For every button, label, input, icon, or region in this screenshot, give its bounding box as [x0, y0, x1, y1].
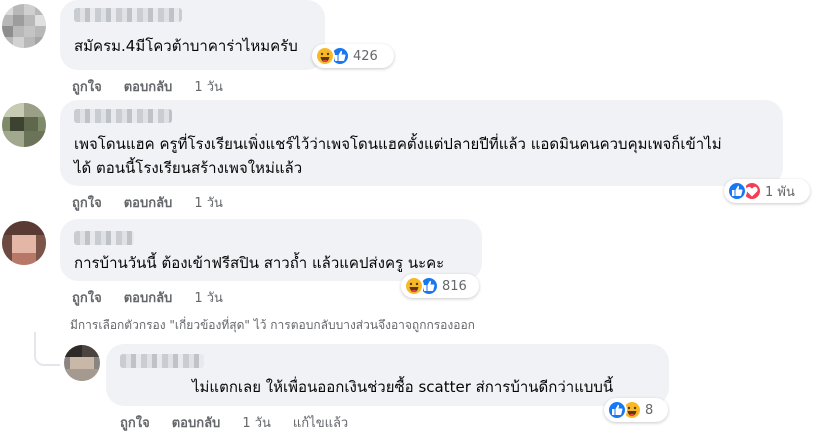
reaction-count: 1 พัน: [765, 184, 795, 200]
like-reaction-icon: [727, 181, 747, 201]
reaction-count: 816: [442, 278, 467, 294]
reply-text: ไม่แตกเลย ให้เพื่อนออกเงินช่วยซื้อ scatt…: [192, 378, 614, 396]
timestamp[interactable]: 1 วัน: [194, 287, 223, 308]
like-button[interactable]: ถูกใจ: [72, 76, 102, 97]
commenter-name-blurred[interactable]: [74, 8, 182, 22]
comment-actions: ถูกใจ ตอบกลับ 1 วัน: [72, 77, 223, 95]
commenter-name-blurred[interactable]: [74, 109, 172, 123]
avatar[interactable]: [2, 4, 46, 48]
like-button[interactable]: ถูกใจ: [120, 412, 150, 433]
reply-button[interactable]: ตอบกลับ: [124, 192, 173, 213]
reaction-count: 8: [645, 402, 654, 418]
filter-note: มีการเลือกตัวกรอง "เกี่ยวข้องที่สุด" ไว้…: [70, 318, 475, 332]
commenter-name-blurred[interactable]: [74, 231, 134, 245]
reply-thread-connector: [34, 332, 60, 366]
avatar[interactable]: [64, 345, 100, 381]
comment-bubble: สมัครม.4มีโควต้าบาคาร่าไหมครับ: [60, 0, 325, 70]
reaction-summary[interactable]: 1 พัน: [724, 179, 810, 203]
reply-button[interactable]: ตอบกลับ: [124, 287, 173, 308]
comment-text: สมัครม.4มีโควต้าบาคาร่าไหมครับ: [74, 37, 298, 55]
reaction-summary[interactable]: 8: [604, 398, 668, 422]
comment-actions: ถูกใจ ตอบกลับ 1 วัน: [72, 288, 223, 306]
edited-label[interactable]: แก้ไขแล้ว: [293, 412, 348, 433]
comment-bubble: การบ้านวันนี้ ต้องเข้าฟรีสปิน สาวถ้ำ แล้…: [60, 219, 482, 281]
reaction-count: 426: [353, 48, 378, 64]
comment-text-line-1: เพจโดนแฮค ครูที่โรงเรียนเพิ่งแชร์ไว้ว่าเ…: [74, 135, 722, 153]
reply-button[interactable]: ตอบกลับ: [124, 76, 173, 97]
timestamp[interactable]: 1 วัน: [242, 412, 271, 433]
timestamp[interactable]: 1 วัน: [194, 192, 223, 213]
comment-bubble: เพจโดนแฮค ครูที่โรงเรียนเพิ่งแชร์ไว้ว่าเ…: [60, 100, 783, 186]
comment-actions: ถูกใจ ตอบกลับ 1 วัน: [72, 193, 223, 211]
reply-actions: ถูกใจ ตอบกลับ 1 วัน แก้ไขแล้ว: [120, 413, 348, 431]
timestamp[interactable]: 1 วัน: [194, 76, 223, 97]
comment-text: การบ้านวันนี้ ต้องเข้าฟรีสปิน สาวถ้ำ แล้…: [74, 254, 445, 272]
comment-text-line-2: ได้ ตอนนี้โรงเรียนสร้างเพจใหม่แล้ว: [74, 159, 303, 177]
reaction-summary[interactable]: 426: [312, 44, 394, 68]
reply-button[interactable]: ตอบกลับ: [172, 412, 221, 433]
avatar[interactable]: [2, 103, 46, 147]
reply-bubble: ไม่แตกเลย ให้เพื่อนออกเงินช่วยซื้อ scatt…: [106, 344, 669, 406]
reaction-summary[interactable]: 816: [401, 274, 479, 298]
avatar[interactable]: [2, 221, 46, 265]
like-button[interactable]: ถูกใจ: [72, 192, 102, 213]
haha-reaction-icon: [404, 276, 424, 296]
like-reaction-icon: [607, 400, 627, 420]
commenter-name-blurred[interactable]: [120, 354, 204, 368]
haha-reaction-icon: [315, 46, 335, 66]
like-button[interactable]: ถูกใจ: [72, 287, 102, 308]
